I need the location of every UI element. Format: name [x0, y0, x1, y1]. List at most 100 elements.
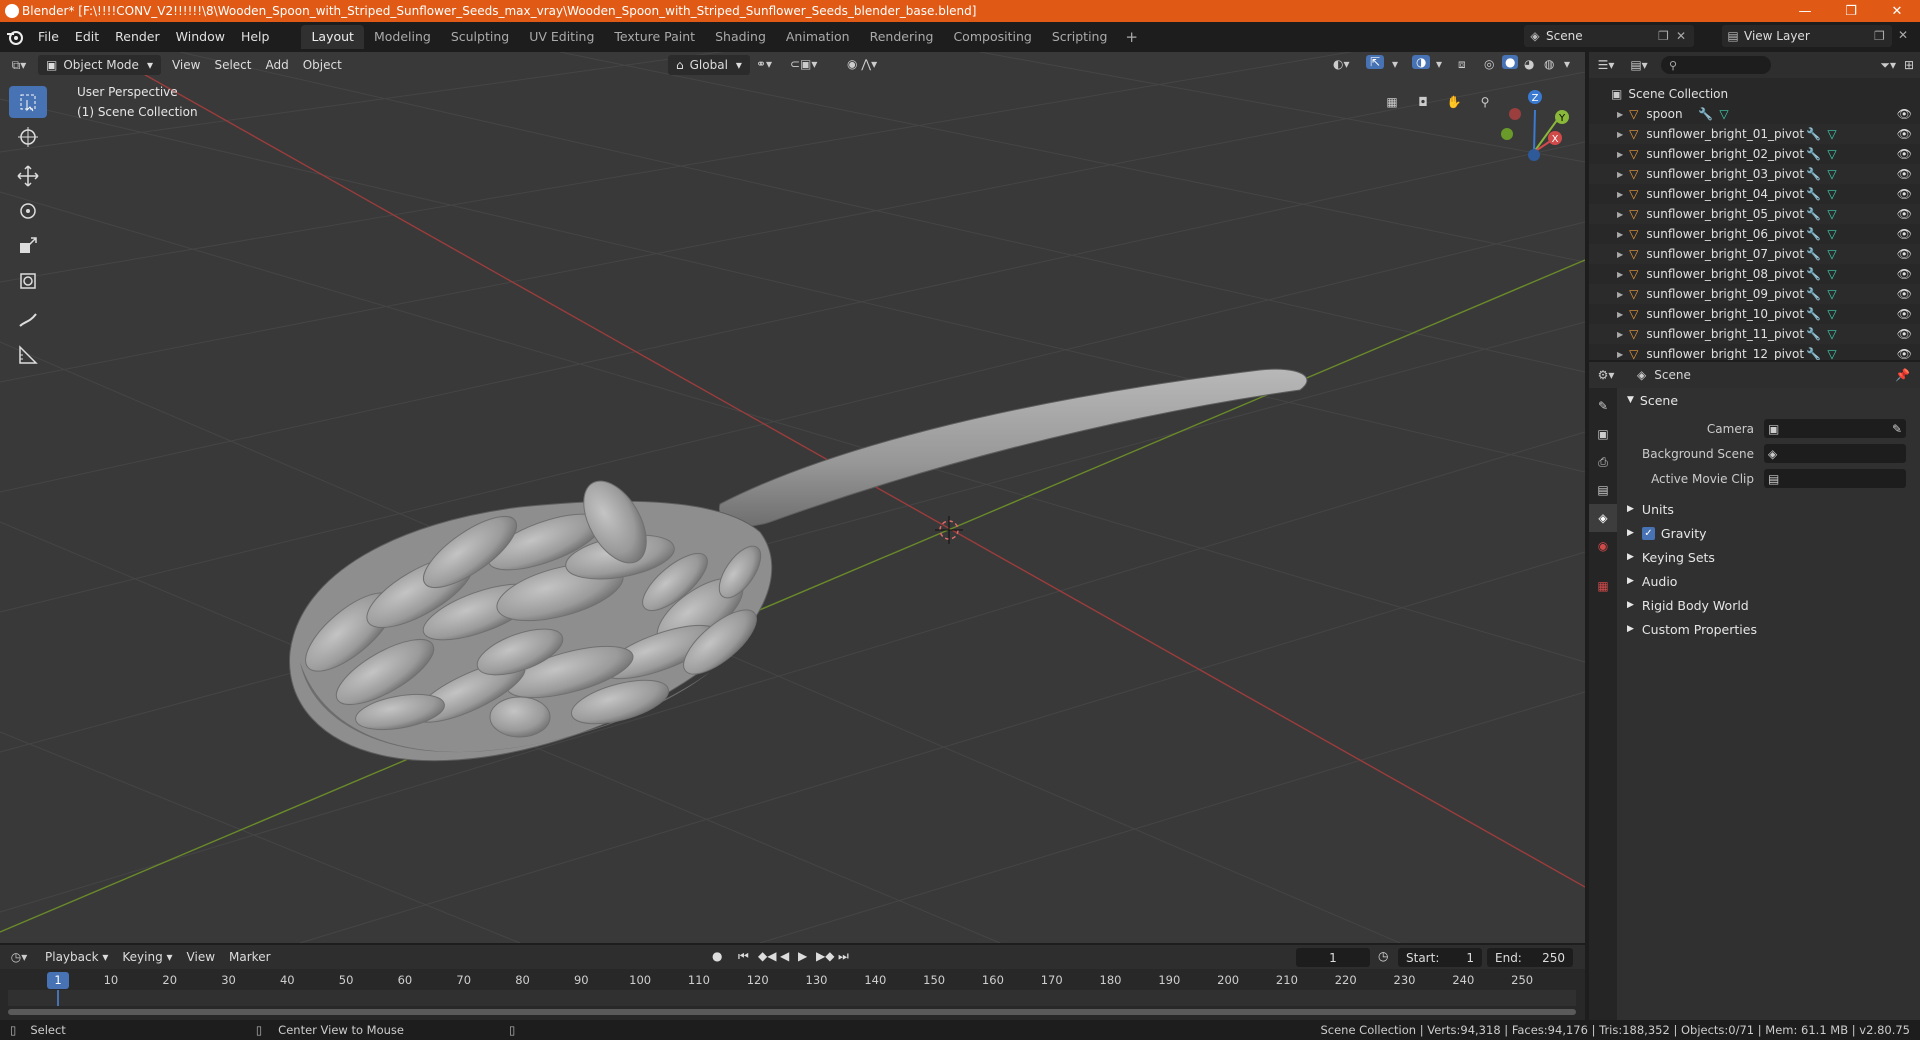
render-tab-icon[interactable]: ▣	[1589, 420, 1617, 448]
timeline-track[interactable]	[8, 990, 1576, 1006]
measure-tool-icon[interactable]	[9, 339, 47, 371]
keying-sets-panel-header[interactable]: ▶ Keying Sets	[1619, 545, 1920, 569]
eye-visibility-icon[interactable]: 👁	[1897, 227, 1912, 241]
zoom-icon[interactable]: ⚲	[1471, 88, 1499, 116]
chevron-right-icon[interactable]: ▶	[1617, 290, 1623, 299]
record-icon[interactable]: ●	[712, 949, 722, 963]
menu-object[interactable]: Object	[296, 58, 349, 72]
eyedropper-icon[interactable]: ✎	[1892, 422, 1902, 436]
solid-shading-icon[interactable]: ●	[1502, 55, 1519, 69]
mesh-data-icon[interactable]: ▽	[1827, 287, 1836, 301]
start-frame-field[interactable]: Start: 1	[1398, 948, 1482, 967]
texture-tab-icon[interactable]: ▦	[1589, 572, 1617, 600]
tool-tab-icon[interactable]: ✎	[1589, 392, 1617, 420]
outliner-item[interactable]: ▶ ▽ sunflower_bright_06_pivot 🔧 ▽ 👁	[1589, 224, 1920, 244]
chevron-right-icon[interactable]: ▶	[1617, 330, 1623, 339]
filter-icon[interactable]: ⏷▾	[1880, 58, 1896, 73]
shading-dropdown-icon[interactable]: ▾	[1564, 57, 1570, 71]
jump-start-icon[interactable]: ⏮	[738, 949, 749, 964]
scene-selector[interactable]: ◈ Scene ❐ ✕	[1524, 25, 1694, 47]
tab-rendering[interactable]: Rendering	[860, 25, 944, 49]
copy-scene-icon[interactable]: ❐	[1658, 29, 1676, 43]
tab-texture-paint[interactable]: Texture Paint	[604, 25, 705, 49]
tab-compositing[interactable]: Compositing	[943, 25, 1041, 49]
chevron-right-icon[interactable]: ▶	[1617, 190, 1623, 199]
scale-tool-icon[interactable]	[9, 230, 47, 262]
audio-panel-header[interactable]: ▶ Audio	[1619, 569, 1920, 593]
chevron-right-icon[interactable]: ▶	[1617, 110, 1623, 119]
menu-keying[interactable]: Keying ▾	[115, 950, 179, 964]
eye-visibility-icon[interactable]: 👁	[1897, 287, 1912, 301]
view-layer-tab-icon[interactable]: ▤	[1589, 476, 1617, 504]
mesh-data-icon[interactable]: ▽	[1827, 267, 1836, 281]
eye-visibility-icon[interactable]: 👁	[1897, 107, 1912, 121]
proportional-edit-icon[interactable]: ◉ ⋀▾	[847, 57, 877, 71]
rendered-shading-icon[interactable]: ◍	[1544, 57, 1554, 71]
menu-view[interactable]: View	[165, 58, 207, 72]
annotate-tool-icon[interactable]	[9, 304, 47, 336]
remove-scene-icon[interactable]: ✕	[1676, 29, 1694, 43]
toggle-view-grid-icon[interactable]: ▦	[1378, 88, 1406, 116]
modifier-icon[interactable]: 🔧	[1806, 207, 1821, 221]
next-keyframe-icon[interactable]: ▶◆	[816, 949, 834, 963]
output-tab-icon[interactable]: ⎙	[1589, 448, 1617, 476]
xray-icon[interactable]: ⧈	[1458, 57, 1466, 72]
preview-range-icon[interactable]: ◷	[1378, 949, 1388, 963]
jump-end-icon[interactable]: ⏭	[838, 949, 849, 964]
menu-edit[interactable]: Edit	[67, 25, 107, 49]
outliner-item[interactable]: ▶ ▽ sunflower_bright_11_pivot 🔧 ▽ 👁	[1589, 324, 1920, 344]
outliner-item[interactable]: ▶ ▽ sunflower_bright_10_pivot 🔧 ▽ 👁	[1589, 304, 1920, 324]
menu-marker[interactable]: Marker	[222, 950, 277, 964]
scene-panel-header[interactable]: ▼ Scene	[1619, 388, 1920, 412]
modifier-icon[interactable]: 🔧	[1806, 307, 1821, 321]
mesh-data-icon[interactable]: ▽	[1827, 187, 1836, 201]
background-scene-field[interactable]: ◈	[1764, 444, 1906, 463]
modifier-icon[interactable]: 🔧	[1698, 107, 1713, 121]
material-shading-icon[interactable]: ◕	[1524, 57, 1534, 71]
eye-visibility-icon[interactable]: 👁	[1897, 327, 1912, 341]
mesh-data-icon[interactable]: ▽	[1827, 127, 1836, 141]
outliner-item[interactable]: ▶ ▽ sunflower_bright_12_pivot 🔧 ▽ 👁	[1589, 344, 1920, 360]
blender-menu-icon[interactable]	[0, 22, 30, 52]
eye-visibility-icon[interactable]: 👁	[1897, 167, 1912, 181]
chevron-right-icon[interactable]: ▶	[1617, 310, 1623, 319]
modifier-icon[interactable]: 🔧	[1806, 167, 1821, 181]
outliner-item[interactable]: ▶ ▽ sunflower_bright_09_pivot 🔧 ▽ 👁	[1589, 284, 1920, 304]
chevron-right-icon[interactable]: ▶	[1617, 130, 1623, 139]
modifier-icon[interactable]: 🔧	[1806, 147, 1821, 161]
outliner-item[interactable]: ▶ ▽ spoon 🔧 ▽ 👁	[1589, 104, 1920, 124]
timeline-scrollbar[interactable]	[8, 1009, 1576, 1015]
pan-hand-icon[interactable]: ✋	[1440, 88, 1468, 116]
menu-window[interactable]: Window	[168, 25, 233, 49]
scene-tab-icon[interactable]: ◈	[1589, 504, 1617, 532]
mesh-data-icon[interactable]: ▽	[1827, 147, 1836, 161]
snap-icon[interactable]: ⊂▣▾	[790, 57, 817, 71]
mode-dropdown[interactable]: ▣ Object Mode ▾	[38, 55, 161, 75]
eye-visibility-icon[interactable]: 👁	[1897, 127, 1912, 141]
3d-cursor-icon[interactable]	[935, 516, 963, 544]
overlay-dropdown-icon[interactable]: ▾	[1436, 57, 1442, 71]
mesh-data-icon[interactable]: ▽	[1827, 247, 1836, 261]
mesh-data-icon[interactable]: ▽	[1827, 207, 1836, 221]
modifier-icon[interactable]: 🔧	[1806, 227, 1821, 241]
current-frame-indicator[interactable]: 1	[47, 972, 69, 989]
custom-properties-panel-header[interactable]: ▶ Custom Properties	[1619, 617, 1920, 641]
mesh-data-icon[interactable]: ▽	[1827, 227, 1836, 241]
eye-visibility-icon[interactable]: 👁	[1897, 207, 1912, 221]
modifier-icon[interactable]: 🔧	[1806, 187, 1821, 201]
copy-view-layer-icon[interactable]: ❐	[1874, 29, 1892, 43]
modifier-icon[interactable]: 🔧	[1806, 347, 1821, 360]
new-collection-icon[interactable]: ⊞	[1904, 58, 1914, 72]
properties-editor-icon[interactable]: ⚙▾	[1589, 368, 1623, 382]
overlay-toggle-icon[interactable]: ◑	[1412, 55, 1431, 69]
orientation-dropdown[interactable]: ⌂ Global ▾	[668, 55, 750, 75]
camera-field[interactable]: ▣ ✎	[1764, 419, 1906, 438]
menu-render[interactable]: Render	[107, 25, 168, 49]
select-box-icon[interactable]	[9, 86, 47, 118]
mesh-data-icon[interactable]: ▽	[1827, 307, 1836, 321]
world-tab-icon[interactable]: ◉	[1589, 532, 1617, 560]
eye-visibility-icon[interactable]: 👁	[1897, 147, 1912, 161]
view-layer-selector[interactable]: ▤ View Layer ❐	[1722, 25, 1892, 47]
eye-visibility-icon[interactable]: 👁	[1897, 247, 1912, 261]
tab-animation[interactable]: Animation	[776, 25, 860, 49]
